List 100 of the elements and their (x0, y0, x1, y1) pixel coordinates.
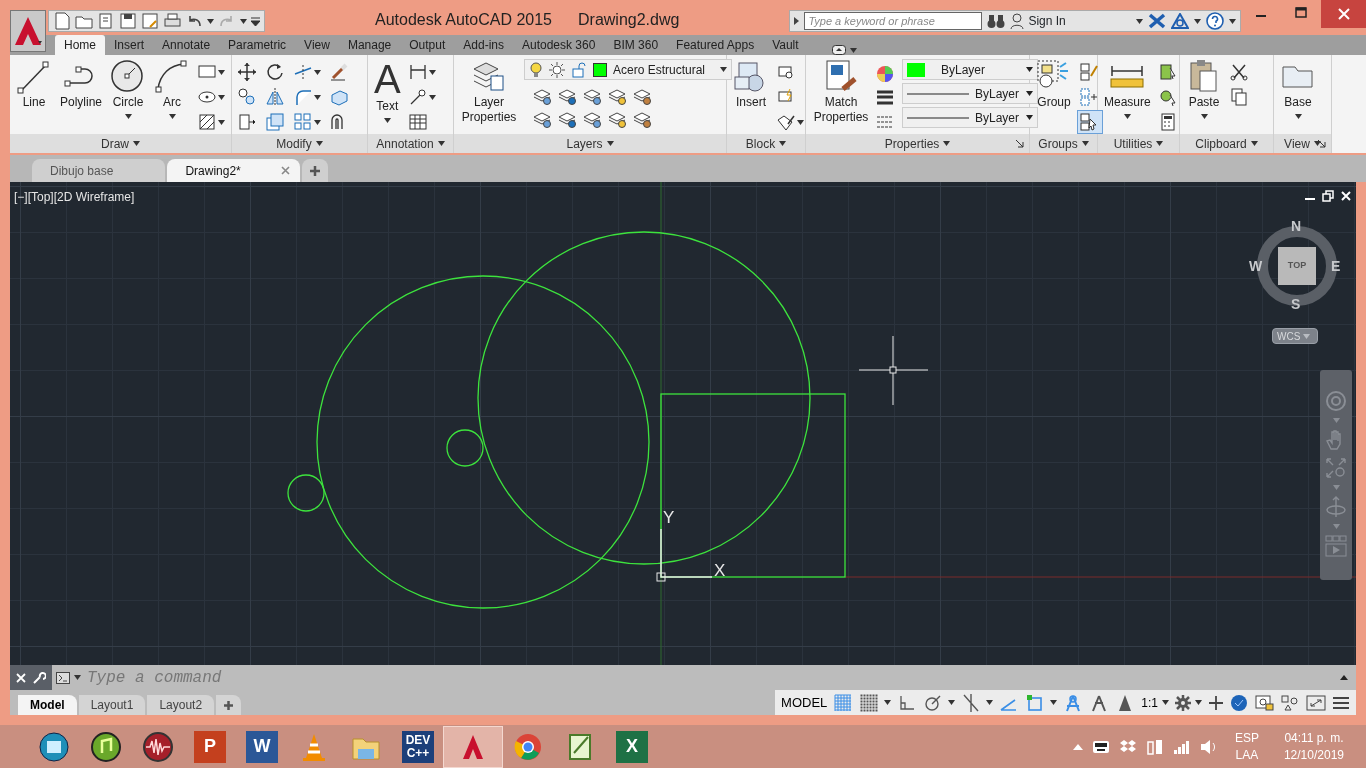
a360-icon[interactable] (1170, 13, 1189, 29)
compass-label[interactable]: W (1249, 256, 1263, 277)
linetype-icon[interactable] (876, 113, 894, 131)
dropbox-icon[interactable] (1118, 738, 1137, 755)
ribbon-tab[interactable]: Insert (105, 35, 154, 55)
panel-title[interactable]: Clipboard (1180, 134, 1273, 153)
print-icon[interactable] (163, 12, 181, 30)
panel-title[interactable]: Layers (454, 134, 726, 153)
dimension-icon[interactable] (407, 62, 428, 82)
hatch-icon[interactable] (197, 112, 218, 132)
group-selection-icon[interactable] (1079, 112, 1099, 132)
ribbon-tab[interactable]: View (295, 35, 339, 55)
launcher-icon[interactable] (1016, 140, 1024, 148)
table-icon[interactable] (407, 112, 428, 132)
stretch-icon[interactable] (237, 112, 257, 132)
ungroup-icon[interactable] (1079, 62, 1099, 82)
trim-icon[interactable] (293, 62, 313, 82)
keyboard-icon[interactable] (1091, 739, 1110, 754)
show-hidden-icons-icon[interactable] (1072, 743, 1083, 750)
group-edit-icon[interactable] (1079, 87, 1099, 107)
tool-button[interactable]: Line (14, 59, 54, 134)
document-tab[interactable]: Drawing2* (167, 159, 300, 182)
viewport-label[interactable]: [−][Top][2D Wireframe] (14, 188, 135, 206)
ribbon-tab[interactable]: Add-ins (454, 35, 513, 55)
save-icon[interactable] (119, 12, 137, 30)
move-icon[interactable] (237, 62, 257, 82)
wrench-icon[interactable] (32, 670, 46, 685)
color-wheel-icon[interactable] (876, 65, 894, 83)
new-tab-button[interactable] (301, 159, 328, 182)
ribbon-tab[interactable]: Vault (763, 35, 808, 55)
search-field[interactable]: Type a keyword or phrase (804, 12, 983, 30)
view-cube[interactable]: TOP (1278, 247, 1316, 285)
panel-title[interactable]: Utilities (1098, 134, 1179, 153)
new-file-icon[interactable] (53, 12, 71, 30)
ribbon-tab[interactable]: Home (55, 35, 105, 55)
select-similar-icon[interactable] (1157, 87, 1178, 107)
lineweight-icon[interactable] (876, 89, 894, 107)
cut-icon[interactable] (1229, 62, 1249, 82)
panel-title[interactable]: Annotation (368, 134, 453, 153)
tool-button[interactable]: Measure (1102, 59, 1153, 134)
ide-app-icon[interactable]: DEV C++ (402, 730, 434, 763)
sign-in-button[interactable]: Sign In (1010, 12, 1066, 30)
ribbon-tab[interactable]: BIM 360 (604, 35, 668, 55)
tool-button[interactable]: Circle (108, 59, 149, 134)
ribbon-tab[interactable]: Annotate (153, 35, 220, 55)
mirror-icon[interactable] (265, 87, 285, 107)
ui-shapes-icon[interactable] (1280, 693, 1300, 712)
layer-dropdown[interactable]: Acero Estructural (524, 59, 732, 80)
layout-tab[interactable]: Layout2 (147, 695, 215, 715)
spreadsheet-app-icon[interactable]: X (616, 730, 648, 763)
exchange-icon[interactable] (1147, 13, 1166, 29)
property-dropdown[interactable]: ByLayer (902, 107, 1038, 128)
tool-button[interactable]: Paste (1184, 59, 1224, 134)
quick-select-icon[interactable] (1157, 62, 1178, 82)
document-app-icon[interactable]: W (246, 730, 278, 763)
panel-title[interactable]: View (1274, 134, 1331, 153)
ribbon-tab[interactable]: Autodesk 360 (513, 35, 605, 55)
panel-title[interactable]: Groups (1030, 134, 1097, 153)
panel-title[interactable]: Block (727, 134, 805, 153)
ribbon-tab[interactable]: Featured Apps (667, 35, 764, 55)
close-icon[interactable] (1340, 190, 1352, 202)
scroll-up-icon[interactable] (1340, 675, 1348, 680)
property-dropdown[interactable]: ByLayer (902, 59, 1038, 80)
help-icon[interactable] (1205, 12, 1224, 30)
copy-clip-icon[interactable] (1229, 87, 1249, 107)
ribbon-tab[interactable]: Manage (338, 35, 401, 55)
close-icon[interactable] (16, 672, 26, 683)
restore-icon[interactable] (1322, 190, 1334, 202)
speaker-icon[interactable] (1199, 738, 1218, 755)
tab-close-icon[interactable] (280, 166, 290, 175)
layout-tab[interactable]: Model (18, 695, 77, 715)
panel-title[interactable]: Modify (232, 134, 367, 153)
tool-button[interactable]: Base (1278, 59, 1318, 134)
tool-button[interactable]: Polyline (58, 59, 105, 134)
command-input[interactable]: Type a command (85, 665, 1336, 690)
compass-label[interactable]: E (1331, 256, 1341, 277)
plus-icon[interactable] (1208, 694, 1224, 711)
isolate-objects-icon[interactable] (1254, 693, 1274, 712)
launcher-icon[interactable] (1318, 140, 1326, 148)
music-player-icon[interactable] (90, 730, 122, 763)
panel-title[interactable]: Properties (806, 134, 1029, 153)
full-screen-icon[interactable] (1306, 694, 1326, 711)
ribbon-tab[interactable]: Output (400, 35, 455, 55)
gear-icon[interactable] (1175, 694, 1191, 711)
minimize-ribbon-icon[interactable] (831, 45, 846, 55)
array-icon[interactable] (293, 112, 313, 132)
hardware-acceleration-icon[interactable] (1230, 693, 1248, 712)
compass-label[interactable]: S (1291, 294, 1301, 315)
application-menu-button[interactable] (10, 10, 46, 52)
snap-icon[interactable] (859, 692, 880, 713)
signal-icon[interactable] (1172, 739, 1191, 754)
menu-icon[interactable] (1332, 694, 1350, 711)
erase-icon[interactable] (329, 62, 349, 82)
tool-button[interactable]: Match Properties (810, 59, 872, 134)
annotation-scale-button[interactable]: 1:1 (1141, 693, 1169, 712)
media-player-icon[interactable] (38, 730, 70, 763)
binoculars-icon[interactable] (987, 13, 1006, 29)
scale-icon[interactable] (265, 112, 285, 132)
command-history-button[interactable] (56, 671, 81, 684)
rotate-icon[interactable] (265, 62, 285, 82)
